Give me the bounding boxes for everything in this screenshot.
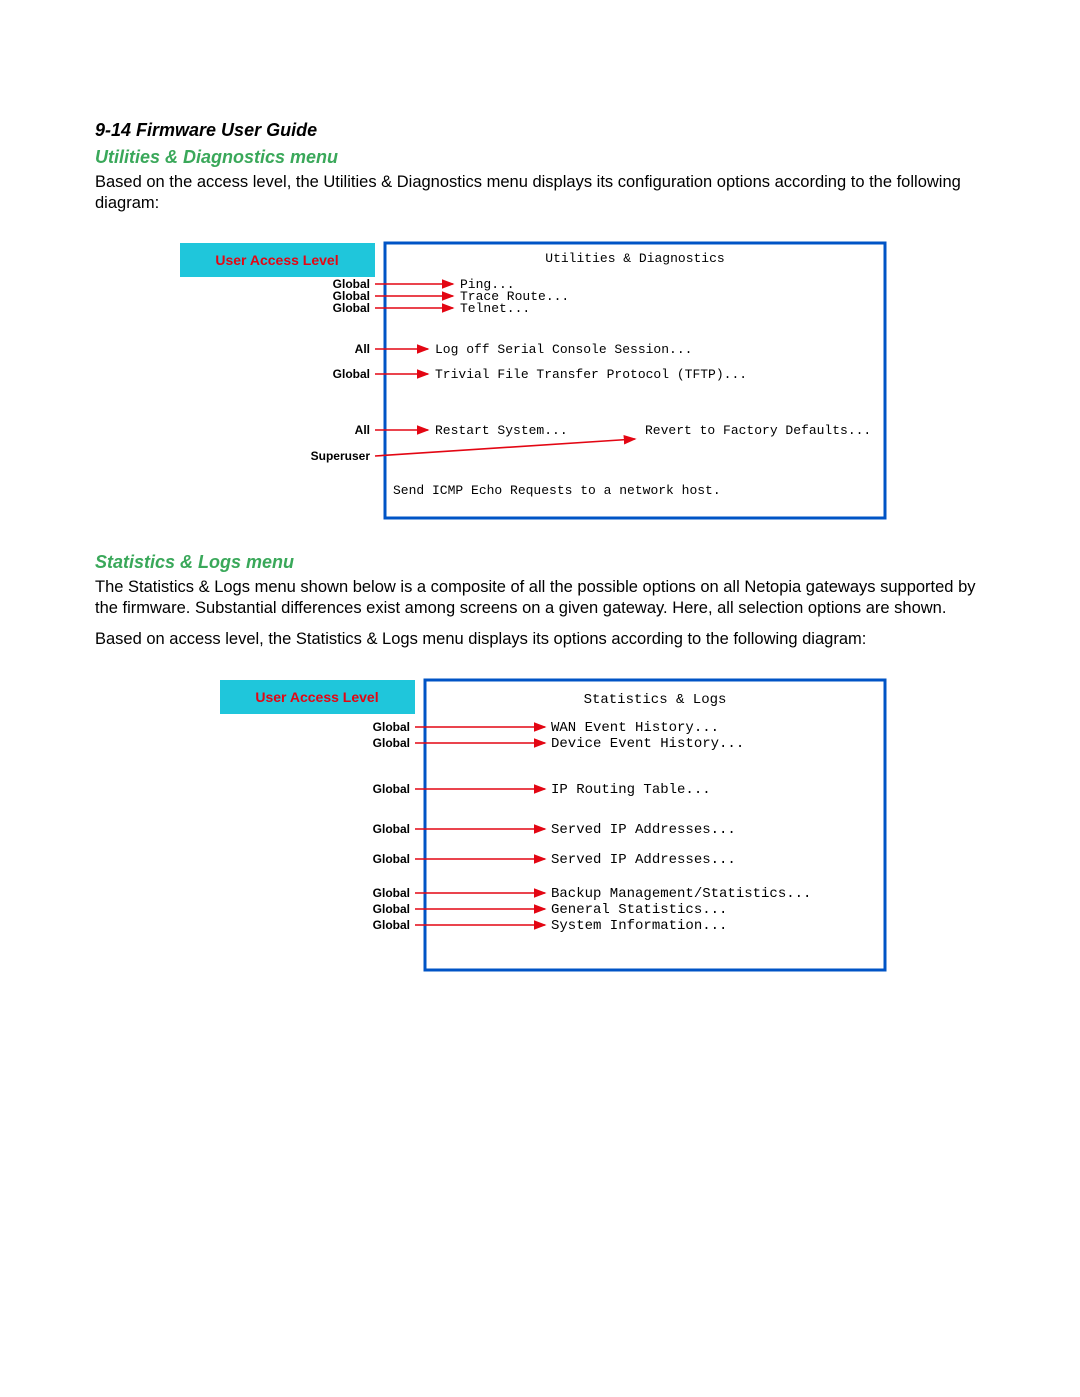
menu-item-logoff: Log off Serial Console Session... <box>435 342 692 357</box>
access-global: Global <box>373 852 410 866</box>
access-global: Global <box>373 782 410 796</box>
diagram-statistics: Statistics & Logs User Access Level Glob… <box>215 675 985 975</box>
section-title-utilities: Utilities & Diagnostics menu <box>95 147 985 168</box>
arrow-icon <box>375 439 635 456</box>
menu-item-served-ip-1: Served IP Addresses... <box>551 822 736 838</box>
screen-title: Utilities & Diagnostics <box>545 251 724 266</box>
access-global: Global <box>373 822 410 836</box>
menu-item-wan-history: WAN Event History... <box>551 720 719 736</box>
menu-item-sysinfo: System Information... <box>551 918 727 934</box>
access-all: All <box>355 423 370 437</box>
screen-title: Statistics & Logs <box>584 692 727 708</box>
section-title-statistics: Statistics & Logs menu <box>95 552 985 573</box>
user-access-label: User Access Level <box>255 689 378 705</box>
menu-item-revert: Revert to Factory Defaults... <box>645 423 871 438</box>
diagram-utilities: Utilities & Diagnostics User Access Leve… <box>175 238 985 528</box>
page: 9-14 Firmware User Guide Utilities & Dia… <box>0 0 1080 1397</box>
access-global: Global <box>373 902 410 916</box>
menu-item-tftp: Trivial File Transfer Protocol (TFTP)... <box>435 367 747 382</box>
menu-item-served-ip-2: Served IP Addresses... <box>551 852 736 868</box>
section1-intro: Based on the access level, the Utilities… <box>95 172 985 214</box>
menu-item-ip-routing: IP Routing Table... <box>551 782 711 798</box>
section2-intro: The Statistics & Logs menu shown below i… <box>95 577 985 619</box>
access-global: Global <box>373 886 410 900</box>
access-superuser: Superuser <box>311 449 371 463</box>
user-access-label: User Access Level <box>215 252 338 268</box>
diagram2-svg: Statistics & Logs User Access Level Glob… <box>215 675 895 975</box>
access-global: Global <box>333 367 370 381</box>
section2-intro2: Based on access level, the Statistics & … <box>95 629 985 650</box>
menu-item-restart: Restart System... <box>435 423 568 438</box>
menu-item-general-stats: General Statistics... <box>551 902 727 918</box>
diagram1-svg: Utilities & Diagnostics User Access Leve… <box>175 238 895 528</box>
access-all: All <box>355 342 370 356</box>
menu-item-telnet: Telnet... <box>460 301 530 316</box>
access-global: Global <box>333 301 370 315</box>
page-header: 9-14 Firmware User Guide <box>95 120 985 141</box>
menu-item-device-history: Device Event History... <box>551 736 744 752</box>
access-global: Global <box>373 736 410 750</box>
footer-hint: Send ICMP Echo Requests to a network hos… <box>393 483 721 498</box>
menu-item-backup: Backup Management/Statistics... <box>551 886 811 902</box>
access-global: Global <box>373 720 410 734</box>
access-global: Global <box>373 918 410 932</box>
